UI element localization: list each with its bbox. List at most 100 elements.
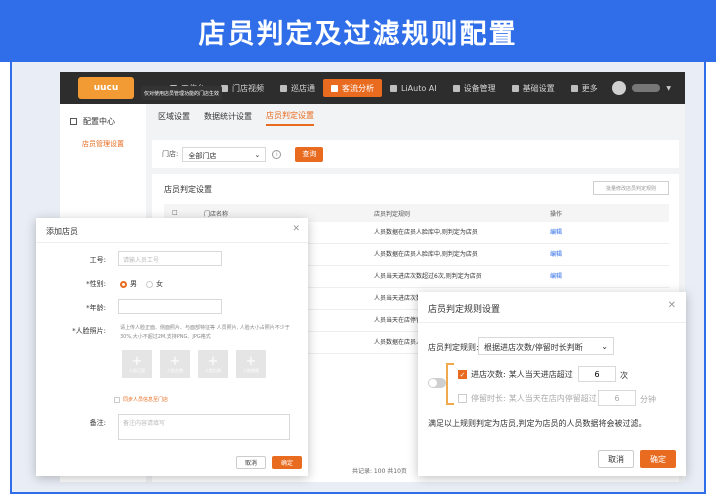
rule-note: 满足以上规则判定为店员,判定为店员的人员数据将会被过滤。 xyxy=(428,418,647,429)
employee-id-label: 工号: xyxy=(60,255,106,265)
radio-label: 男 xyxy=(130,279,137,289)
checkbox-unchecked-icon[interactable] xyxy=(458,394,467,403)
rule-select[interactable]: 根据进店次数/停留时长判断⌄ xyxy=(478,337,614,355)
username-blurred xyxy=(632,84,660,92)
confirm-button[interactable]: 确定 xyxy=(272,456,302,469)
nav-item-traffic[interactable]: 客流分析 xyxy=(323,79,382,97)
more-icon xyxy=(571,85,578,92)
upload-left[interactable]: +人脸左侧 xyxy=(160,350,190,378)
sidebar-section[interactable]: 配置中心 xyxy=(60,104,146,127)
checkbox-box xyxy=(114,397,120,403)
upload-front[interactable]: +人脸正面 xyxy=(122,350,152,378)
radio-dot xyxy=(146,281,153,288)
column-rule: 店员判定规则 xyxy=(374,209,410,218)
gender-female-radio[interactable]: 女 xyxy=(146,279,163,289)
nav-label: 基础设置 xyxy=(523,83,555,94)
checkbox-checked-icon[interactable]: ✓ xyxy=(458,370,467,379)
store-select[interactable]: 全部门店 ⌄ xyxy=(182,147,266,162)
pagination-summary: 共记录: 100 共10页 xyxy=(352,466,407,475)
logic-bracket xyxy=(446,363,454,405)
plus-icon: + xyxy=(132,355,143,368)
main-nav: 工作台 门店视频 巡店通 客流分析 LiAuto AI 设备管理 基础设置 更多 xyxy=(162,72,606,104)
visit-unit: 次 xyxy=(620,370,628,381)
inspect-icon xyxy=(280,85,287,92)
column-action: 操作 xyxy=(550,209,562,218)
plus-icon: + xyxy=(208,355,219,368)
nav-item-settings[interactable]: 基础设置 xyxy=(504,72,563,104)
nav-item-more[interactable]: 更多 xyxy=(563,72,606,104)
upload-label: 人脸正面 xyxy=(129,368,145,374)
tab-staff-rule[interactable]: 店员判定设置 xyxy=(266,110,314,126)
plus-icon: + xyxy=(170,355,181,368)
divider xyxy=(36,242,308,243)
sync-checkbox[interactable]: 同步人员信息至门店 xyxy=(114,396,168,403)
employee-id-input[interactable]: 请输入员工号 xyxy=(118,251,222,266)
condition-prefix: 停留时长: xyxy=(471,393,506,404)
nav-label: LiAuto AI xyxy=(401,84,437,93)
cancel-button[interactable]: 取消 xyxy=(236,456,266,469)
upload-right[interactable]: +人脸右侧 xyxy=(198,350,228,378)
select-all-checkbox[interactable]: □ xyxy=(172,209,178,216)
gender-male-radio[interactable]: 男 xyxy=(120,279,137,289)
settings-icon xyxy=(512,85,519,92)
close-icon[interactable]: ✕ xyxy=(668,300,676,311)
condition-duration[interactable]: 停留时长: 某人当天在店内停留超过 xyxy=(458,393,597,404)
textarea-placeholder: 备注内容请填写 xyxy=(123,420,165,427)
query-button[interactable]: 查询 xyxy=(295,147,323,162)
nav-item-inspect[interactable]: 巡店通 xyxy=(272,72,323,104)
video-icon xyxy=(221,85,228,92)
user-menu[interactable]: ▼ xyxy=(612,81,671,95)
store-filter-tooltip: 仅对使用店员管理功能的门店生效 xyxy=(141,86,222,100)
rule-cell: 人员数据在店员人脸库中,则判定为店员 xyxy=(374,227,478,236)
nav-label: 设备管理 xyxy=(464,83,496,94)
sidebar-item-staff-settings[interactable]: 店员管理设置 xyxy=(60,127,146,149)
tab-stats-settings[interactable]: 数据统计设置 xyxy=(204,111,252,125)
chevron-down-icon: ⌄ xyxy=(601,342,608,350)
and-or-toggle[interactable] xyxy=(428,378,446,388)
visit-count-input[interactable]: 6 xyxy=(578,366,616,382)
info-icon[interactable]: i xyxy=(272,150,281,159)
batch-edit-button[interactable]: 批量修改店员判定规则 xyxy=(593,181,669,195)
gender-label: *性别: xyxy=(60,279,106,289)
remark-textarea[interactable]: 备注内容请填写 xyxy=(118,414,290,440)
condition-text: 某人当天在店内停留超过 xyxy=(509,393,597,404)
store-select-value: 全部门店 xyxy=(188,151,216,158)
brand-logo[interactable]: uucu xyxy=(78,77,134,99)
avatar[interactable] xyxy=(612,81,626,95)
input-placeholder: 请输入员工号 xyxy=(123,257,159,264)
age-input[interactable] xyxy=(118,299,222,314)
add-employee-modal: 添加店员 ✕ 工号: 请输入员工号 *性别: 男 女 *年龄: *人脸照片: 请… xyxy=(36,218,308,476)
upload-top[interactable]: +人脸俯视 xyxy=(236,350,266,378)
banner-title: 店员判定及过滤规则配置 xyxy=(199,12,518,51)
condition-text: 某人当天进店超过 xyxy=(509,369,573,380)
device-icon xyxy=(453,85,460,92)
confirm-button[interactable]: 确定 xyxy=(640,450,676,468)
close-icon[interactable]: ✕ xyxy=(292,224,300,234)
tab-area-settings[interactable]: 区域设置 xyxy=(158,111,190,125)
rule-cell: 人员数据在店员人脸库中,则判定为店员 xyxy=(374,249,478,258)
people-icon xyxy=(331,85,338,92)
rule-cell: 人员当天进店次数超过6次,则判定为店员 xyxy=(374,271,482,280)
chevron-down-icon: ⌄ xyxy=(254,151,260,158)
nav-item-device[interactable]: 设备管理 xyxy=(445,72,504,104)
divider xyxy=(418,322,686,323)
edit-link[interactable]: 编辑 xyxy=(550,249,562,258)
nav-label: 巡店通 xyxy=(291,83,315,94)
condition-visits[interactable]: ✓ 进店次数: 某人当天进店超过 xyxy=(458,369,573,380)
upload-label: 人脸右侧 xyxy=(205,368,221,374)
edit-link[interactable]: 编辑 xyxy=(550,227,562,236)
chevron-down-icon[interactable]: ▼ xyxy=(666,85,671,92)
checkbox-label: 同步人员信息至门店 xyxy=(123,396,168,403)
staff-rule-modal: 店员判定规则设置 ✕ 店员判定规则: 根据进店次数/停留时长判断⌄ ✓ 进店次数… xyxy=(418,292,686,476)
photo-hint: 请上传人脸正面、侧面照片、与面部特征等 人员照片, 人脸大小占照片不少于30%,… xyxy=(120,324,300,342)
cancel-button[interactable]: 取消 xyxy=(598,450,634,468)
condition-prefix: 进店次数: xyxy=(471,369,506,380)
nav-item-ai[interactable]: LiAuto AI xyxy=(382,72,445,104)
modal-title: 添加店员 xyxy=(46,226,78,237)
banner: 店员判定及过滤规则配置 xyxy=(0,0,716,62)
edit-link[interactable]: 编辑 xyxy=(550,271,562,280)
modal-title: 店员判定规则设置 xyxy=(428,302,500,315)
tab-bar: 区域设置 数据统计设置 店员判定设置 xyxy=(152,104,685,132)
duration-input[interactable]: 6 xyxy=(598,390,636,406)
column-store-name: 门店名称 xyxy=(204,209,228,218)
